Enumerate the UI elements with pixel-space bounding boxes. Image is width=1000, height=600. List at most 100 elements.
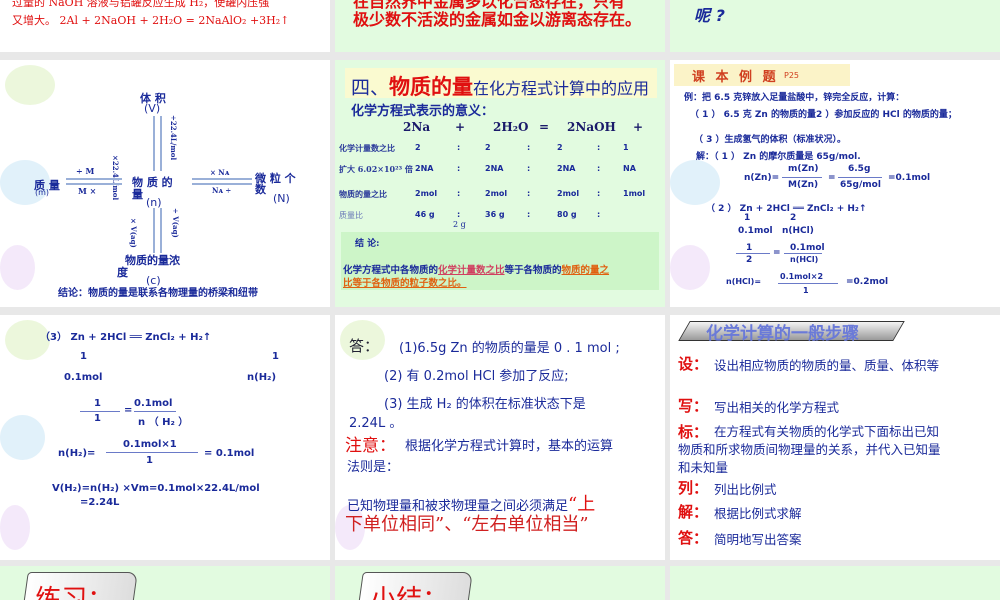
row-label: 物质的量之比 [339, 189, 387, 199]
row-value: 2 [485, 143, 491, 152]
row-value: : [597, 189, 601, 198]
mass-extra: 2 g [453, 220, 466, 229]
diagram-conclusion: 结论：物质的量是联系各物理量的桥梁和纽带 [58, 288, 258, 299]
slide-text: 极少数不活泼的金属如金以游离态存在。 [353, 10, 642, 29]
math: = [828, 173, 836, 183]
math: 1 [94, 413, 101, 424]
math: 0.1mol [790, 243, 825, 253]
row-value: 2mol [485, 189, 508, 198]
fraction-bar [784, 253, 822, 254]
balloon-decoration [0, 505, 30, 550]
row-value: : [527, 164, 531, 173]
question: 例：把 6.5 克锌放入足量盐酸中，锌完全反应，计算： [684, 93, 905, 103]
row-value: 1mol [623, 189, 646, 198]
fraction-bar [782, 177, 822, 178]
steps-title: 化学计算的一般步骤 [706, 324, 859, 344]
row-value: 80 g [557, 210, 577, 219]
note-text: 根据化学方程式计算时，基本的运算 [405, 439, 614, 454]
math: n(H₂)= [58, 448, 96, 459]
fraction-bar [106, 452, 198, 453]
answer-2: (2) 有 0.2mol HCl 参加了反应; [384, 369, 569, 384]
step-text: 根据比例式求解 [714, 506, 802, 521]
math: 1 [80, 351, 87, 362]
math: 1 [744, 213, 751, 223]
arrow [153, 116, 155, 171]
example-page: P25 [784, 71, 800, 80]
row-value: : [527, 210, 531, 219]
math: n(HCl)= [726, 277, 762, 286]
slide-thumbnail-12[interactable] [670, 566, 1000, 600]
step-text: 写出相关的化学方程式 [714, 400, 840, 415]
row-value: 2mol [415, 189, 438, 198]
math: =2.24L [80, 497, 120, 508]
slide-thumbnail-6[interactable]: 课 本 例 题 P25 例：把 6.5 克锌放入足量盐酸中，锌完全反应，计算： … [670, 60, 1000, 307]
arrow [160, 208, 162, 253]
answer-3: (3) 生成 H₂ 的体积在标准状态下是 [384, 397, 586, 412]
step-key: 解： [678, 503, 709, 521]
row-label: 化学计量数之比 [339, 143, 395, 153]
math: 2 [790, 213, 797, 223]
slide-thumbnail-1[interactable]: 过量的 NaOH 溶液与铝罐反应生成 H₂，使罐内压强 又增大。 2Al + 2… [0, 0, 330, 52]
step-key: 列： [678, 479, 709, 497]
slide-text: 过量的 NaOH 溶液与铝罐反应生成 H₂，使罐内压强 [12, 0, 270, 9]
arrow [192, 178, 252, 180]
row-value: : [597, 164, 601, 173]
fraction-bar [778, 283, 838, 284]
slide-title: 四、物质的量在化方程式计算中的应用 [351, 71, 649, 101]
label-mass-symbol: (m) [35, 188, 50, 197]
math: V(H₂)=n(H₂) ×Vm=0.1mol×22.4L/mol [52, 483, 260, 494]
step-key: 答： [678, 529, 709, 547]
solution-2: （ 2 ） Zn + 2HCl ══ ZnCl₂ + H₂↑ [706, 204, 867, 214]
row-value: 2 [557, 143, 563, 152]
answer-1: (1)6.5g Zn 的物质的量是 0 . 1 mol ; [399, 341, 620, 356]
math: 1 [746, 243, 753, 253]
answer-label: 答： [349, 337, 380, 355]
slide-thumbnail-10[interactable]: 练习： [0, 566, 330, 600]
math: 0.1mol [134, 398, 173, 409]
flag-banner: 小结： [357, 572, 473, 600]
label-mul-na: × Nᴀ [210, 168, 230, 177]
slide-thumbnail-5[interactable]: 四、物质的量在化方程式计算中的应用 化学方程式表示的意义： 2Na +2H₂O = 2… [335, 60, 665, 307]
slide-thumbnail-4[interactable]: 体 积 (V) ×22.4L/mol ÷22.4L/mol 质 量 (m) ÷ … [0, 60, 330, 307]
equation-term: + [633, 120, 644, 134]
slide-text: 呢 ? [694, 6, 725, 25]
note-text-2: 法则是： [347, 460, 400, 475]
row-value: NA [623, 164, 636, 173]
slide-text: 又增大。 2Al + 2NaOH + 2H₂O = 2NaAlO₂ +3H₂↑ [12, 14, 290, 27]
step-key: 设： [678, 355, 709, 373]
step-text: 简明地写出答案 [714, 532, 802, 547]
label-volume-symbol: (V) [144, 102, 161, 115]
label-concentration: 物质的量浓 [125, 254, 180, 267]
math: n(Zn)= [744, 173, 780, 183]
fraction-bar [838, 177, 882, 178]
label-amount-2: 量 [132, 188, 143, 201]
row-value: 2NA [557, 164, 576, 173]
summary-title: 小结： [370, 585, 449, 600]
equation-term: 2Na [403, 120, 431, 134]
conclusion-label: 结 论: [355, 239, 380, 249]
step-text: 设出相应物质的物质的量、质量、体积等 [714, 358, 940, 373]
math: 0.1mol×1 [123, 439, 177, 450]
row-value: : [527, 143, 531, 152]
equation-term: + [455, 120, 466, 134]
math: 1 [803, 286, 809, 295]
slide-thumbnail-9[interactable]: 化学计算的一般步骤 设： 设出相应物质的物质的量、质量、体积等 写： 写出相关的化学方… [670, 315, 1000, 560]
label-div-na: Nᴀ ÷ [212, 186, 232, 195]
slide-thumbnail-7[interactable]: （3） Zn + 2HCl ══ ZnCl₂ + H₂↑ 1 1 0.1mol … [0, 315, 330, 560]
math: 2 [746, 255, 753, 265]
slide-thumbnail-2[interactable]: 在自然界中金属多以化合态存在，只有 极少数不活泼的金属如金以游离态存在。 [335, 0, 665, 52]
title-highlight: 物质的量 [389, 74, 474, 99]
row-value: : [457, 189, 461, 198]
math: = [773, 248, 781, 258]
equation: （3） Zn + 2HCl ══ ZnCl₂ + H₂↑ [40, 332, 212, 343]
slide-thumbnail-11[interactable]: 小结： [335, 566, 665, 600]
math: 0.1mol×2 [780, 272, 824, 281]
slide-thumbnail-3[interactable]: 呢 ? [670, 0, 1000, 52]
arrow [160, 116, 162, 171]
math: 0.1mol [738, 226, 773, 236]
math: 1 [272, 351, 279, 362]
practice-title: 练习： [35, 585, 114, 600]
row-value: : [527, 189, 531, 198]
slide-thumbnail-8[interactable]: 答： (1)6.5g Zn 的物质的量是 0 . 1 mol ; (2) 有 0… [335, 315, 665, 560]
row-value: 2NA [485, 164, 504, 173]
